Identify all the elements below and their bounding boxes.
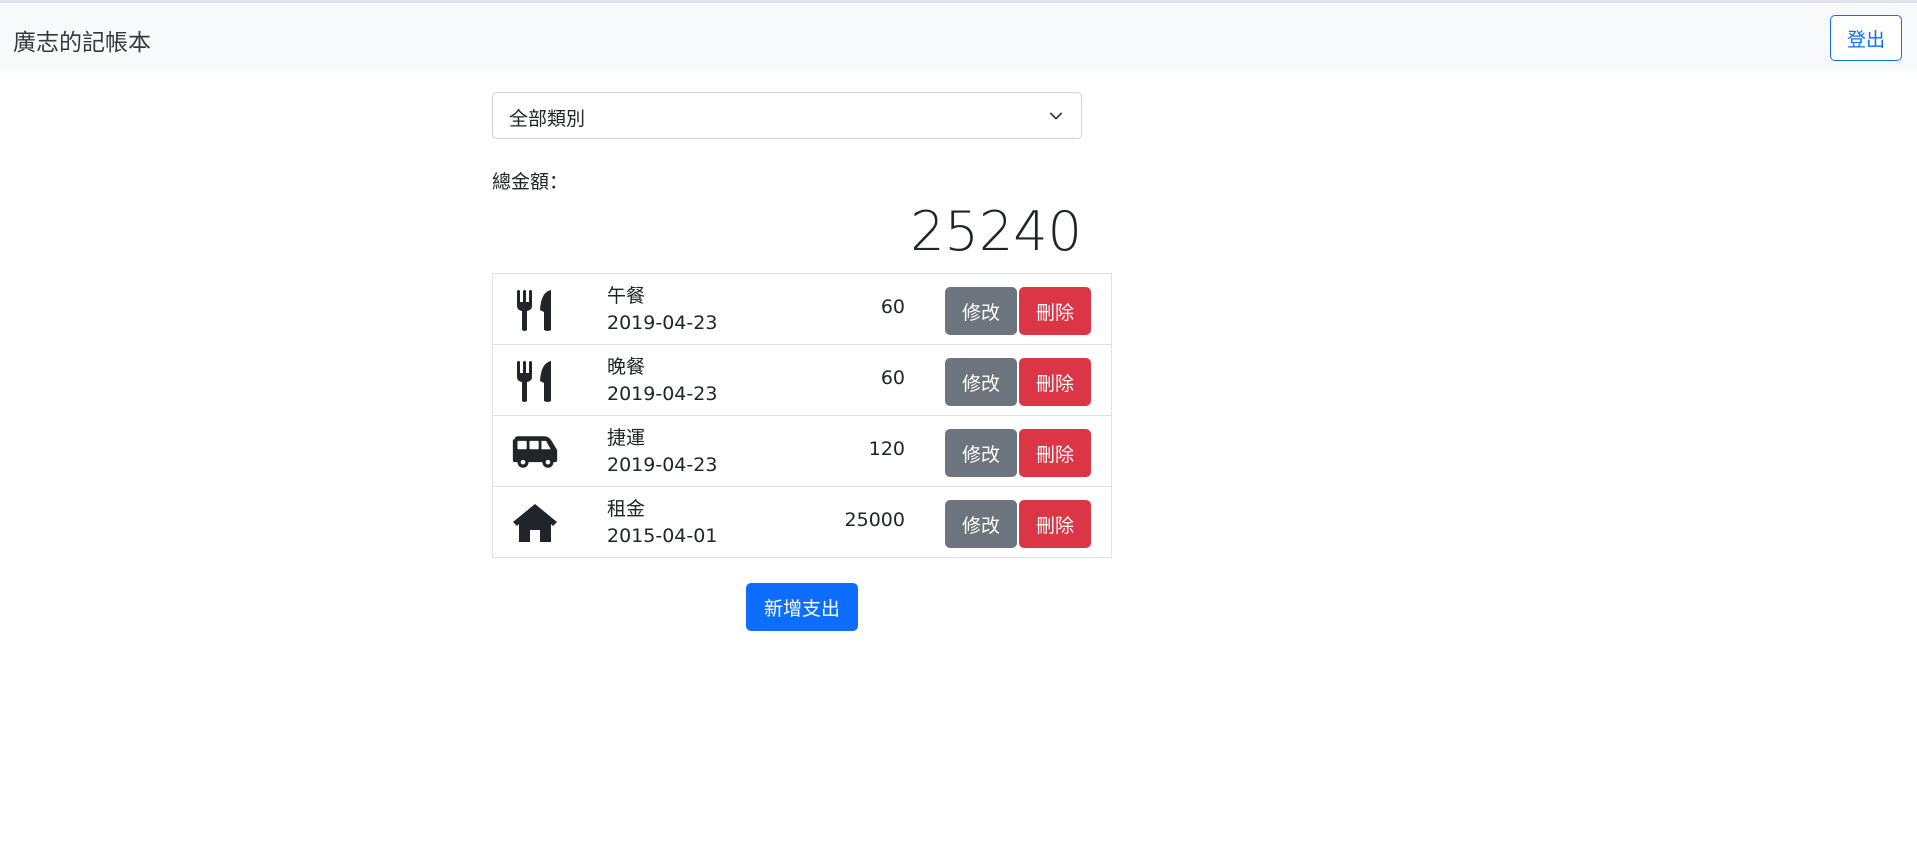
edit-button[interactable]: 修改 bbox=[945, 500, 1017, 548]
chevron-down-icon bbox=[1049, 112, 1063, 120]
edit-button[interactable]: 修改 bbox=[945, 429, 1017, 477]
table-row: 晚餐 2019-04-23 60 修改 刪除 bbox=[492, 344, 1112, 416]
app-title[interactable]: 廣志的記帳本 bbox=[13, 23, 151, 57]
table-row: 租金 2015-04-01 25000 修改 刪除 bbox=[492, 486, 1112, 558]
expense-amount: 120 bbox=[868, 438, 905, 460]
utensils-icon bbox=[511, 288, 559, 332]
expense-name: 晚餐 bbox=[607, 356, 646, 378]
delete-button[interactable]: 刪除 bbox=[1019, 358, 1091, 406]
delete-button[interactable]: 刪除 bbox=[1019, 500, 1091, 548]
expense-date: 2019-04-23 bbox=[607, 312, 718, 334]
delete-button[interactable]: 刪除 bbox=[1019, 287, 1091, 335]
logout-button[interactable]: 登出 bbox=[1830, 15, 1902, 61]
navbar: 廣志的記帳本 登出 bbox=[0, 3, 1917, 71]
expense-date: 2019-04-23 bbox=[607, 454, 718, 476]
edit-button[interactable]: 修改 bbox=[945, 287, 1017, 335]
edit-button[interactable]: 修改 bbox=[945, 358, 1017, 406]
expense-name: 捷運 bbox=[607, 427, 646, 449]
expense-amount: 60 bbox=[880, 367, 905, 389]
category-select-value: 全部類別 bbox=[509, 108, 586, 130]
expense-name: 午餐 bbox=[607, 285, 646, 307]
expense-date: 2015-04-01 bbox=[607, 525, 718, 547]
delete-button[interactable]: 刪除 bbox=[1019, 429, 1091, 477]
utensils-icon bbox=[511, 359, 559, 403]
category-select[interactable]: 全部類別 bbox=[492, 92, 1082, 139]
total-label: 總金額： bbox=[492, 171, 569, 193]
table-row: 捷運 2019-04-23 120 修改 刪除 bbox=[492, 415, 1112, 487]
expense-table: 午餐 2019-04-23 60 修改 刪除 晚餐 2019-04-23 60 … bbox=[492, 273, 1112, 558]
total-amount: 25240 bbox=[910, 200, 1082, 263]
expense-amount: 25000 bbox=[844, 509, 905, 531]
add-expense-button[interactable]: 新增支出 bbox=[746, 583, 858, 631]
home-icon bbox=[511, 501, 559, 545]
expense-name: 租金 bbox=[607, 498, 646, 520]
expense-date: 2019-04-23 bbox=[607, 383, 718, 405]
shuttle-van-icon bbox=[511, 430, 559, 474]
table-row: 午餐 2019-04-23 60 修改 刪除 bbox=[492, 273, 1112, 345]
expense-amount: 60 bbox=[880, 296, 905, 318]
